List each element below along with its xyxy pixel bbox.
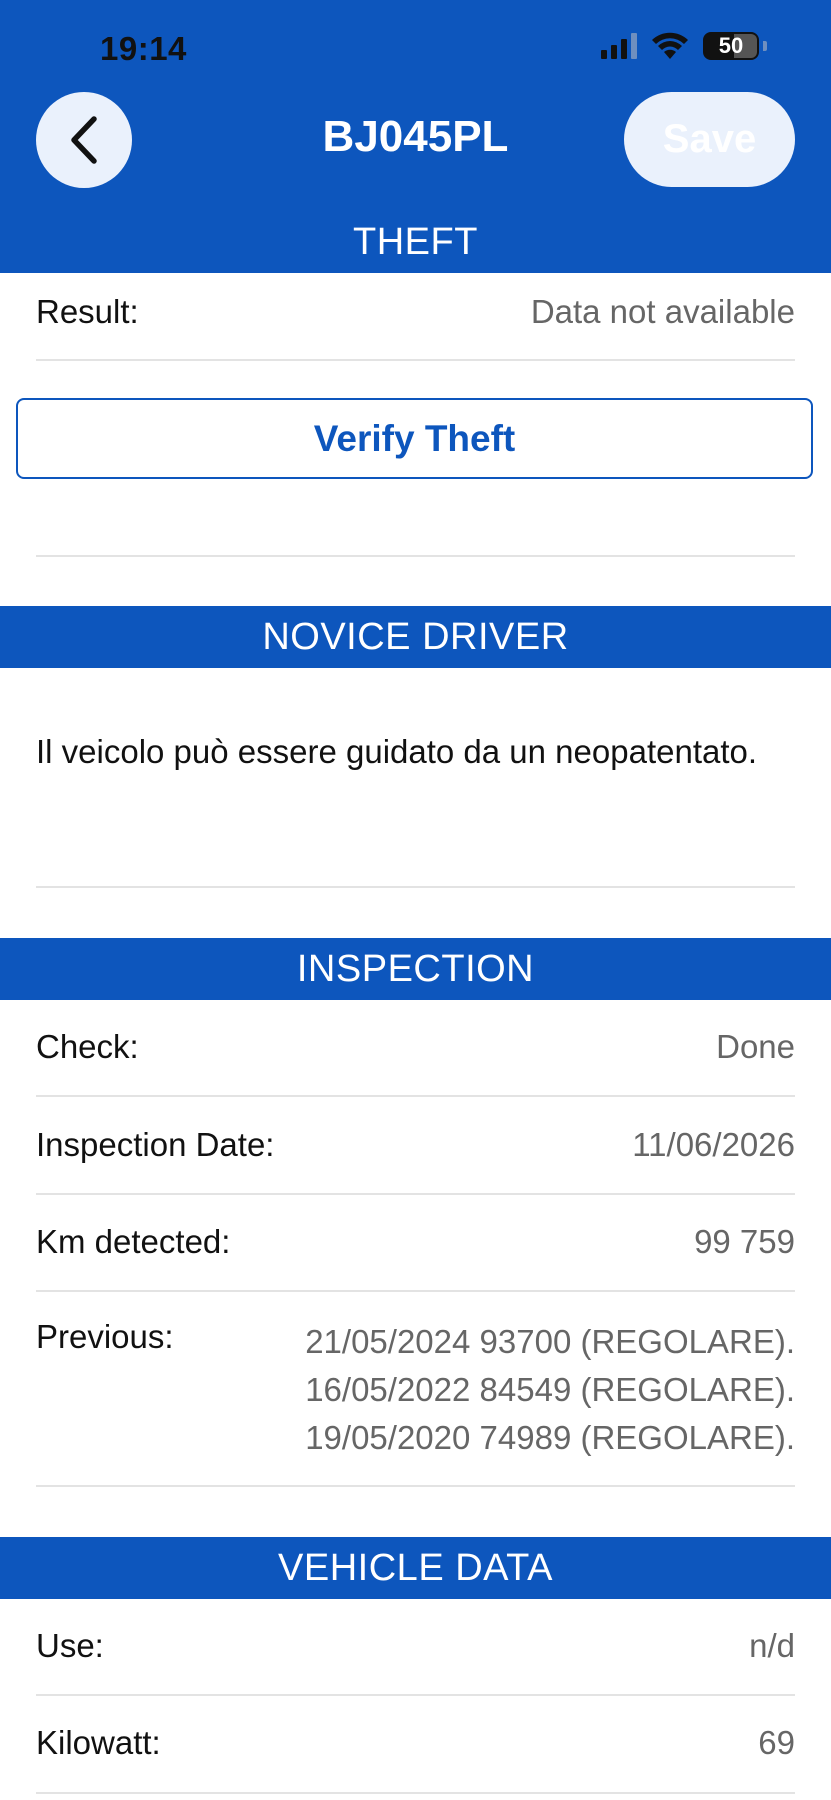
divider [36,1095,795,1097]
previous-value: 19/05/2020 74989 (REGOLARE). [305,1419,795,1456]
previous-inspections-row: Previous: 21/05/2024 93700 (REGOLARE). 1… [36,1318,795,1462]
inspection-date-value: 11/06/2026 [632,1126,795,1163]
previous-value: 16/05/2022 84549 (REGOLARE). [305,1371,795,1408]
check-label: Check: [36,1028,139,1065]
section-header-novice-driver: NOVICE DRIVER [0,606,831,668]
status-icons: 50 [601,32,767,60]
divider [36,886,795,888]
inspection-date-label: Inspection Date: [36,1126,275,1163]
section-header-vehicle-data: VEHICLE DATA [0,1537,831,1599]
use-label: Use: [36,1627,104,1664]
cellular-signal-icon [601,33,637,59]
theft-result-row: Result: Data not available [36,293,795,331]
divider [36,1290,795,1292]
previous-values: 21/05/2024 93700 (REGOLARE). 16/05/2022 … [305,1318,795,1462]
top-bar: 19:14 50 BJ045PL Save [0,0,831,211]
km-detected-row: Km detected: 99 759 [36,1223,795,1261]
km-detected-value: 99 759 [694,1223,795,1260]
divider [36,359,795,361]
inspection-date-row: Inspection Date: 11/06/2026 [36,1126,795,1164]
battery-percent: 50 [718,33,744,58]
divider [36,1694,795,1696]
vehicle-use-row: Use: n/d [36,1627,795,1665]
section-header-inspection: INSPECTION [0,938,831,1000]
save-button[interactable]: Save [624,92,795,187]
result-value: Data not available [530,293,795,330]
previous-label: Previous: [36,1318,174,1355]
previous-value: 21/05/2024 93700 (REGOLARE). [305,1323,795,1360]
verify-theft-button[interactable]: Verify Theft [16,398,813,479]
result-label: Result: [36,293,139,330]
battery-nub [763,41,767,51]
novice-driver-text: Il veicolo può essere guidato da un neop… [36,733,758,770]
divider [36,1193,795,1195]
wifi-icon [651,32,689,60]
kilowatt-value: 69 [758,1724,795,1761]
kilowatt-label: Kilowatt: [36,1724,161,1761]
vehicle-kilowatt-row: Kilowatt: 69 [36,1724,795,1762]
divider [36,1792,795,1794]
inspection-check-row: Check: Done [36,1028,795,1066]
use-value: n/d [749,1627,795,1664]
status-time: 19:14 [100,30,187,67]
battery-icon: 50 [703,32,759,60]
km-detected-label: Km detected: [36,1223,231,1260]
check-value: Done [716,1028,795,1065]
section-header-theft: THEFT [0,211,831,273]
divider [36,555,795,557]
divider [36,1485,795,1487]
